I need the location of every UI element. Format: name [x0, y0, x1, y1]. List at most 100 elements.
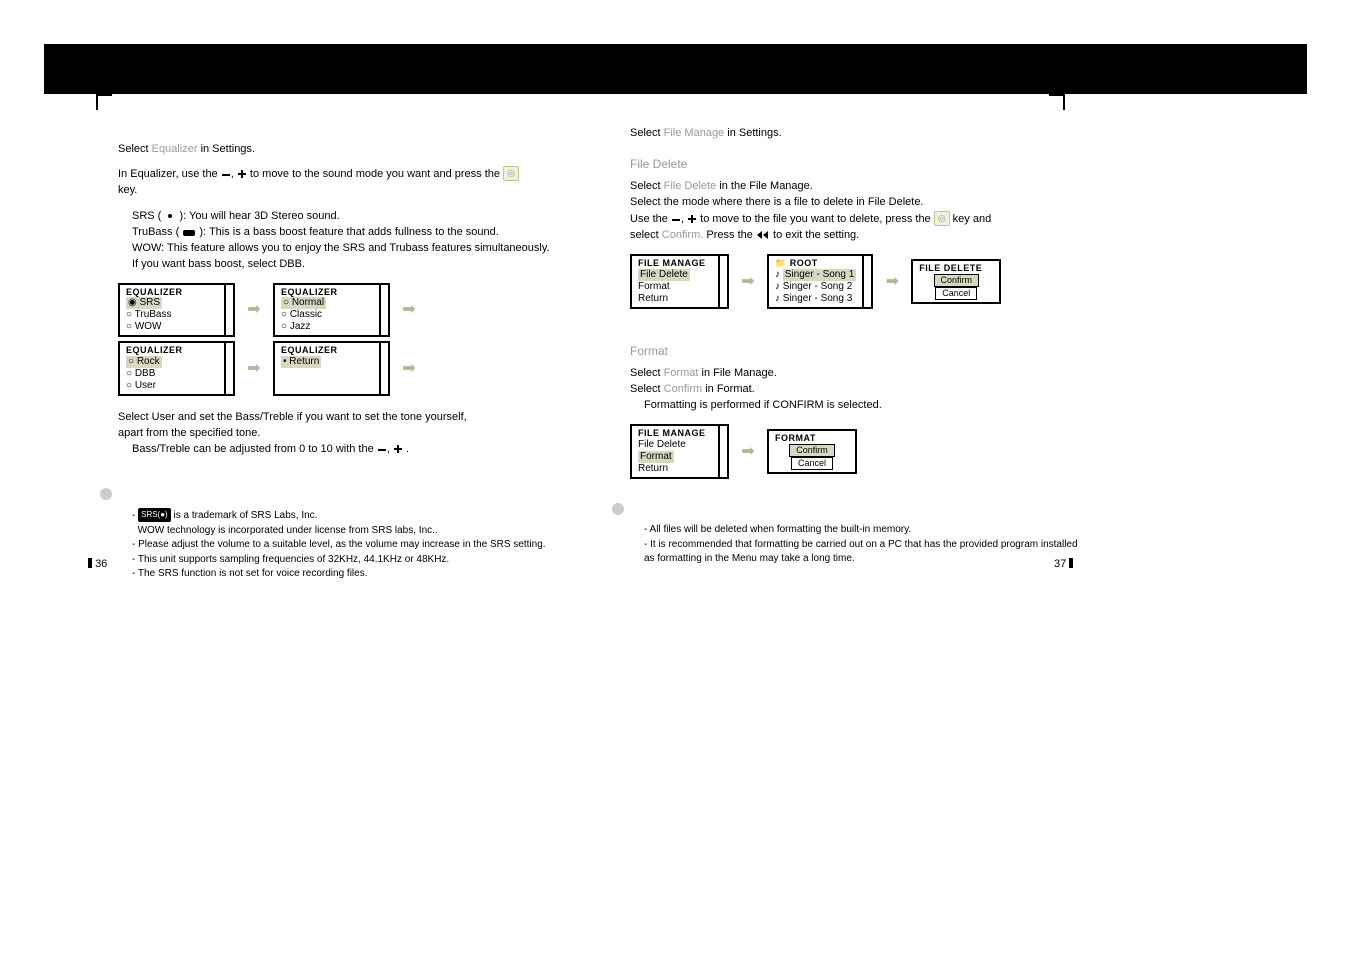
text: Select the mode where there is a file to… [630, 195, 1110, 211]
text: in the File Manage. [719, 180, 813, 192]
panel-title: EQUALIZER [126, 287, 218, 298]
text: Select [118, 143, 152, 155]
text: WOW: This feature allows you to enjoy th… [132, 241, 598, 257]
eq-panel-a: EQUALIZER ◉ SRS ○ TruBass ○ WOW [118, 283, 226, 338]
text: Use the [630, 213, 671, 225]
scrollbar [226, 341, 235, 396]
note: - Please adjust the volume to a suitable… [118, 538, 598, 553]
cancel-button[interactable]: Cancel [935, 287, 977, 300]
arrow-right-icon: ➡ [390, 298, 428, 321]
panel-title: EQUALIZER [281, 287, 373, 298]
list-item: Return [638, 293, 712, 305]
file-delete-panel: FILE DELETE Confirm Cancel [911, 259, 1001, 304]
format-panel: FORMAT Confirm Cancel [767, 429, 857, 474]
page-number: 37 [1054, 558, 1066, 570]
arrow-right-icon: ➡ [729, 270, 767, 293]
arrow-right-icon: ➡ [873, 270, 911, 293]
text: If you want bass boost, select DBB. [132, 257, 598, 273]
text: Select User and set the Bass/Treble if y… [118, 410, 598, 426]
note: - All files will be deleted when formatt… [630, 523, 1110, 538]
text: Select [630, 367, 664, 379]
note: - This unit supports sampling frequencie… [118, 553, 598, 568]
list-item: Singer - Song 1 [783, 269, 857, 281]
text: Formatting is performed if CONFIRM is se… [630, 398, 1110, 414]
arrow-right-icon: ➡ [235, 357, 273, 380]
panel-title: ROOT [790, 258, 818, 268]
list-item: Return [638, 463, 712, 475]
minus-icon [221, 171, 231, 179]
confirm-button[interactable]: Confirm [789, 444, 835, 457]
panel-title: FILE DELETE [919, 263, 993, 274]
text: in Settings. [727, 127, 781, 139]
section-heading: File Delete [630, 156, 1110, 173]
text: SRS ( [132, 210, 164, 222]
text-em: Confirm [664, 383, 703, 395]
panel-title: EQUALIZER [281, 345, 373, 356]
select-key-icon: ◎ [934, 211, 950, 226]
plus-icon [237, 169, 247, 179]
text: in Format. [705, 383, 755, 395]
minus-icon [671, 216, 681, 224]
crop-mark-tl [96, 94, 112, 110]
text: Press the [706, 229, 756, 241]
right-page: Select File Manage in Settings. File Del… [630, 102, 1110, 567]
eq-panel-c: EQUALIZER ○ Rock ○ DBB ○ User [118, 341, 226, 396]
text: TruBass ( [132, 226, 182, 238]
text: in File Manage. [702, 367, 777, 379]
scrollbar [381, 283, 390, 338]
page-number: 36 [95, 558, 107, 570]
list-item: Singer - Song 3 [783, 293, 853, 304]
text: to move to the sound mode you want and p… [250, 168, 503, 180]
root-panel: 📁 ROOT ♪ Singer - Song 1 ♪ Singer - Song… [767, 254, 864, 309]
note: WOW technology is incorporated under lic… [138, 525, 438, 536]
list-item: ○ WOW [126, 321, 218, 333]
text: in Settings. [201, 143, 255, 155]
list-item: File Delete [638, 269, 690, 281]
scrollbar [381, 341, 390, 396]
arrow-right-icon: ➡ [390, 357, 428, 380]
text-em: File Delete [664, 180, 717, 192]
note: is a trademark of SRS Labs, Inc. [174, 510, 318, 521]
panel-title: EQUALIZER [126, 345, 218, 356]
text: Select [630, 127, 664, 139]
arrow-right-icon: ➡ [729, 440, 767, 463]
list-item: File Delete [638, 439, 712, 451]
list-item: ◉ SRS [126, 297, 162, 309]
text: Bass/Treble can be adjusted from 0 to 10… [132, 443, 377, 455]
confirm-button[interactable]: Confirm [934, 274, 980, 287]
eq-panel-b: EQUALIZER ○ Normal ○ Classic ○ Jazz [273, 283, 381, 338]
eq-panel-d: EQUALIZER • Return [273, 341, 381, 396]
list-item: ○ Rock [126, 356, 162, 368]
note: - The SRS function is not set for voice … [118, 567, 598, 582]
plus-icon [687, 214, 697, 224]
text: to move to the file you want to delete, … [700, 213, 934, 225]
arrow-right-icon: ➡ [235, 298, 273, 321]
text: Select [630, 180, 664, 192]
scrollbar [226, 283, 235, 338]
text-em: Format [664, 367, 699, 379]
rewind-icon [756, 230, 770, 240]
list-item: • Return [281, 356, 321, 368]
format-row: FILE MANAGE File Delete Format Return ➡ … [630, 424, 1110, 479]
select-key-icon: ◎ [503, 166, 519, 181]
cancel-button[interactable]: Cancel [791, 457, 833, 470]
text-em: Confirm. [662, 229, 704, 241]
list-item: ○ DBB [126, 368, 218, 380]
list-item: ○ TruBass [126, 309, 218, 321]
panel-title: FORMAT [775, 433, 849, 444]
panel-title: FILE MANAGE [638, 428, 712, 439]
text-em: File Manage [664, 127, 725, 139]
text: key. [118, 183, 598, 199]
list-item: ○ Classic [281, 309, 373, 321]
eq-row-2: EQUALIZER ○ Rock ○ DBB ○ User ➡ EQUALIZE… [118, 341, 598, 396]
text: In Equalizer, use the [118, 168, 221, 180]
eq-row-1: EQUALIZER ◉ SRS ○ TruBass ○ WOW ➡ EQUALI… [118, 283, 598, 338]
note: as formatting in the Menu may take a lon… [630, 552, 1110, 567]
text: ): You will hear 3D Stereo sound. [179, 210, 339, 222]
file-manage-panel: FILE MANAGE File Delete Format Return [630, 424, 720, 479]
text: to exit the setting. [773, 229, 859, 241]
text-em: Equalizer [152, 143, 198, 155]
list-item: Format [638, 451, 674, 463]
page-header-blackbar [44, 44, 1307, 94]
text: apart from the specified tone. [118, 426, 598, 442]
